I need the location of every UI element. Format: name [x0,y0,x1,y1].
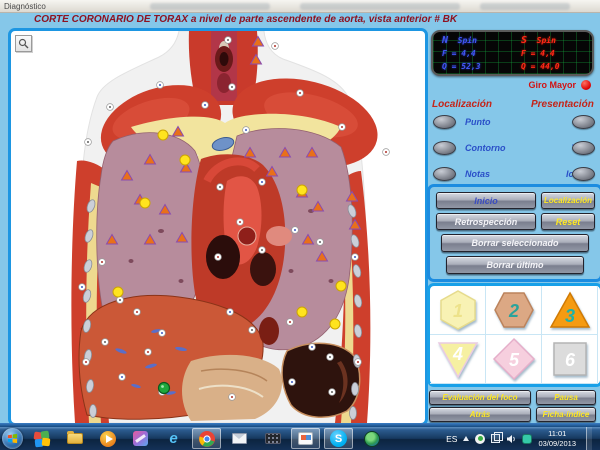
mail-icon[interactable] [225,428,254,449]
shape-2-hexagon[interactable]: 2 [486,286,542,335]
shape-6-square[interactable]: 6 [542,335,598,384]
clock-time: 11:01 [538,429,576,439]
retrospeccion-button[interactable]: Retrospección [436,213,536,230]
show-desktop-button[interactable] [586,427,592,450]
actions-panel: Inicio Localización Retrospección Reset … [427,184,600,282]
svg-text:1: 1 [452,301,462,321]
marker-shapes-panel: 1 2 3 4 5 6 [427,283,600,387]
screen: { "window": { "title": "Diagnóstico" }, … [0,0,600,450]
localizacion-header: Localización [432,99,492,110]
titlebar-artifact [480,3,570,10]
borrar-ultimo-button[interactable]: Borrar último [446,256,584,274]
svg-text:3: 3 [564,306,574,326]
shape-5-diamond[interactable]: 5 [486,335,542,384]
globe-icon[interactable] [357,428,386,449]
s-spin-f: F = 4,4 [521,47,560,60]
start-button[interactable] [2,428,23,449]
n-spin-q: Q = 52,3 [442,60,481,73]
tray-expand-icon[interactable] [463,436,469,441]
contorno-label: Contorno [465,143,506,153]
window-title: Diagnóstico [0,2,46,11]
diagnostic-app-window: CORTE CORONARIO DE TORAX a nivel de part… [0,13,600,427]
svg-text:2: 2 [507,301,518,321]
giro-mayor-indicator[interactable] [581,80,591,90]
tray-restore-icon[interactable] [491,434,500,443]
punto-label: Punto [465,117,491,127]
n-spin-readout: N Spin F = 4,4 Q = 52,3 [442,34,481,73]
thorax-section-image [11,31,425,423]
s-spin-readout: S Spin F = 4,4 Q = 44,0 [521,34,560,73]
chrome-icon[interactable] [192,428,221,449]
texto-toggle[interactable] [572,141,595,155]
shape-3-triangle[interactable]: 3 [542,286,598,335]
giro-mayor-label: Giro Mayor [528,80,576,90]
windows-flag-icon [7,433,18,444]
reset-button[interactable]: Reset [541,213,595,230]
svg-text:5: 5 [508,350,519,370]
notas-label: Notas [465,169,490,179]
shape-4-triangle[interactable]: 4 [430,335,486,384]
s-spin-q: Q = 44,0 [521,60,560,73]
localizacion-button[interactable]: Localización [541,192,595,209]
explorer-icon[interactable] [60,428,89,449]
evaluacion-foco-button[interactable]: Evaluación del foco [429,390,531,405]
giro-mayor-row: Giro Mayor [430,79,594,91]
atras-button[interactable]: Atrás [429,407,531,422]
inicio-button[interactable]: Inicio [436,192,536,209]
skype-icon[interactable]: S [324,428,353,449]
n-spin-f: F = 4,4 [442,47,481,60]
svg-text:6: 6 [564,350,575,370]
movie-maker-icon[interactable] [126,428,155,449]
window-titlebar[interactable]: Diagnóstico [0,0,600,13]
tray-antivirus-icon[interactable] [522,434,532,444]
contorno-toggle[interactable] [433,141,456,155]
language-indicator[interactable]: ES [446,434,457,444]
pausa-button[interactable]: Pausa [536,390,596,405]
spin-readout-display: N Spin F = 4,4 Q = 52,3 S Spin F = 4,4 Q… [431,30,594,76]
system-tray: ES 11:01 03/09/2013 [446,427,600,450]
section-title: CORTE CORONARIO DE TORAX a nivel de part… [34,14,457,25]
keyboard-icon[interactable] [258,428,287,449]
ie-icon[interactable]: e [159,428,188,449]
shape-1-hexagon[interactable]: 1 [430,286,486,335]
svg-text:4: 4 [451,344,462,364]
clock[interactable]: 11:01 03/09/2013 [538,429,576,449]
magnifier-icon [18,38,29,49]
tray-status-icon[interactable] [475,434,485,444]
white-app-icon[interactable] [291,428,320,449]
colorful-app-icon[interactable] [27,428,56,449]
punto-toggle[interactable] [433,115,456,129]
tray-volume-icon[interactable] [506,434,516,444]
anatomy-image-panel[interactable] [8,28,428,426]
foco-toggle[interactable] [572,115,595,129]
ficha-indice-button[interactable]: Ficha-índice [536,407,596,422]
zoom-tool-button[interactable] [15,35,32,52]
media-player-icon[interactable] [93,428,122,449]
titlebar-artifact [150,3,270,10]
borrar-seleccionado-button[interactable]: Borrar seleccionado [441,234,589,252]
titlebar-artifact [300,3,460,10]
windows-taskbar: e S ES 11:01 03/09/2013 [0,427,600,450]
presentacion-header: Presentación [531,99,594,110]
clock-date: 03/09/2013 [538,439,576,449]
notas-toggle[interactable] [433,167,456,181]
iconos-toggle[interactable] [572,167,595,181]
